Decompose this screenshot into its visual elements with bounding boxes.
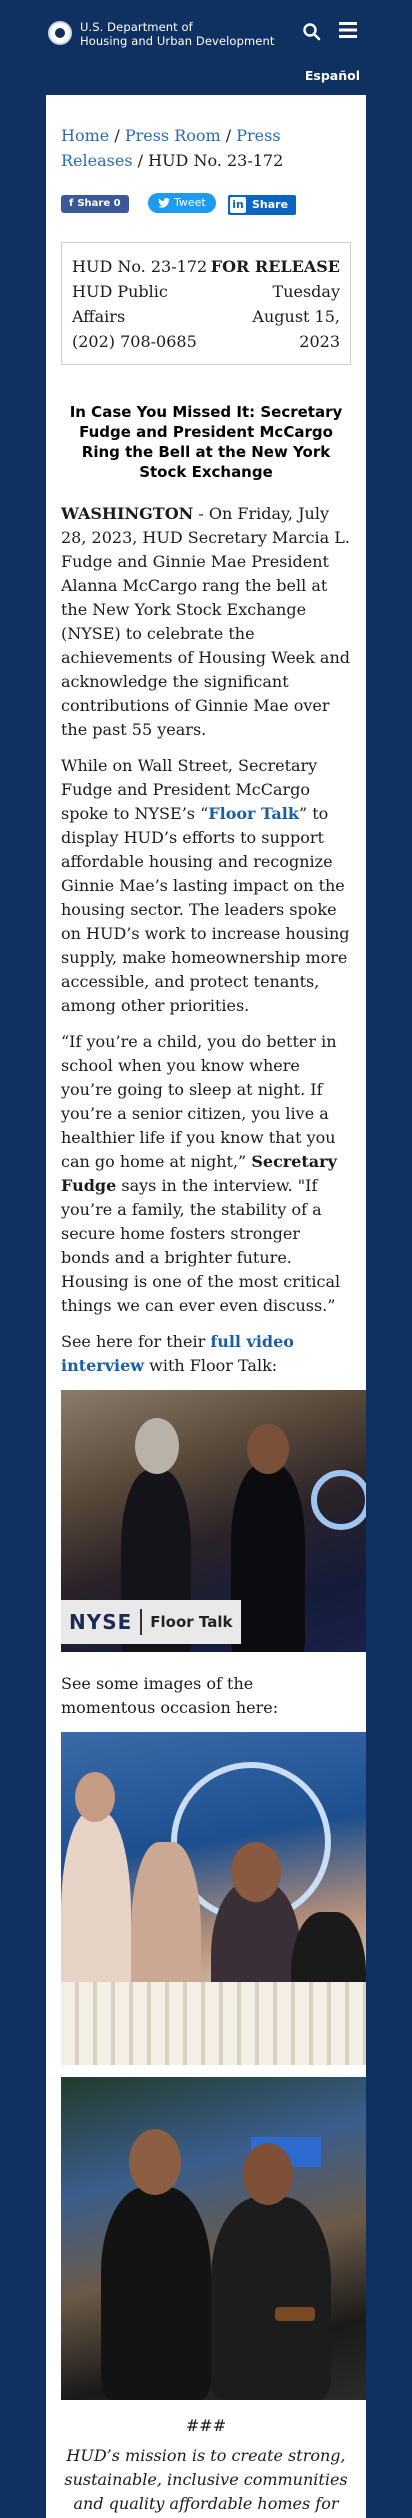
bell-ringing-photo bbox=[61, 1732, 366, 2065]
person-face bbox=[135, 1418, 179, 1474]
linkedin-icon: in bbox=[230, 197, 246, 213]
press-release-card: Home / Press Room / Press Releases / HUD… bbox=[46, 95, 366, 2518]
breadcrumb-separator: / bbox=[114, 126, 125, 145]
article-paragraph-1: WASHINGTON - On Friday, July 28, 2023, H… bbox=[61, 502, 351, 742]
article-paragraph-5: See some images of the momentous occasio… bbox=[61, 1674, 279, 1717]
paragraph-4-end: with Floor Talk: bbox=[144, 1356, 278, 1375]
person-figure bbox=[101, 2187, 211, 2400]
breadcrumb-press-room[interactable]: Press Room bbox=[125, 126, 221, 145]
social-share-bar: f Share 0 Tweet in Share bbox=[61, 193, 351, 215]
article-headline: In Case You Missed It: Secretary Fudge a… bbox=[69, 403, 343, 481]
breadcrumb-separator: / bbox=[225, 126, 237, 145]
release-info-box: HUD No. 23-172 HUD Public Affairs (202) … bbox=[61, 242, 351, 365]
breadcrumb-current: HUD No. 23-172 bbox=[148, 151, 284, 170]
video-interview-thumbnail[interactable]: NYSE Floor Talk bbox=[61, 1390, 366, 1652]
agency-name[interactable]: U.S. Department of Housing and Urban Dev… bbox=[80, 20, 274, 48]
twitter-bird-icon bbox=[158, 198, 170, 208]
twitter-tweet-label: Tweet bbox=[174, 196, 206, 209]
release-date: August 15, bbox=[252, 307, 340, 326]
person-figure bbox=[231, 1464, 305, 1652]
quote-end: says in the interview. "If you’re a fami… bbox=[61, 1176, 341, 1315]
floor-talk-link[interactable]: Floor Talk bbox=[208, 804, 299, 823]
twitter-tweet-button[interactable]: Tweet bbox=[148, 193, 216, 213]
paragraph-4-start: See here for their bbox=[61, 1332, 211, 1351]
release-day: Tuesday bbox=[272, 282, 340, 301]
breadcrumb-home[interactable]: Home bbox=[61, 126, 109, 145]
agency-name-line1: U.S. Department of bbox=[80, 20, 193, 34]
hud-mission-statement: HUD’s mission is to create strong, susta… bbox=[64, 2446, 348, 2513]
paragraph-2-end: ” to display HUD’s efforts to support af… bbox=[61, 804, 350, 1015]
linkedin-share-label: Share bbox=[252, 198, 289, 211]
person-figure bbox=[211, 2197, 331, 2400]
release-phone: (202) 708-0685 bbox=[72, 332, 197, 351]
release-office-line2: Affairs bbox=[72, 307, 126, 326]
floor-talk-overlay: NYSE Floor Talk bbox=[61, 1600, 241, 1644]
quote-start: “If you’re a child, you do better in sch… bbox=[61, 1032, 337, 1171]
dateline: WASHINGTON bbox=[61, 504, 194, 523]
article-paragraph-2: While on Wall Street, Secretary Fudge an… bbox=[61, 754, 351, 1018]
article-paragraph-3: “If you’re a child, you do better in sch… bbox=[61, 1030, 351, 1318]
language-toggle-link[interactable]: Español bbox=[305, 68, 360, 83]
person-face bbox=[75, 1772, 115, 1822]
balcony-railing bbox=[61, 1982, 366, 2065]
gavel-icon bbox=[275, 2307, 315, 2321]
hud-seal-logo[interactable] bbox=[48, 21, 72, 45]
release-date-block: FOR RELEASE Tuesday August 15, 2023 bbox=[208, 254, 340, 354]
facebook-share-button[interactable]: f Share 0 bbox=[61, 195, 129, 213]
release-office-line1: HUD Public bbox=[72, 282, 168, 301]
article-paragraph-4: See here for their full video interview … bbox=[61, 1330, 351, 1378]
facebook-icon: f bbox=[69, 198, 74, 209]
person-face bbox=[247, 1424, 289, 1474]
release-year: 2023 bbox=[299, 332, 340, 351]
release-contact: HUD No. 23-172 HUD Public Affairs (202) … bbox=[72, 254, 208, 354]
linkedin-share-button[interactable]: in Share bbox=[228, 195, 297, 215]
search-icon[interactable] bbox=[302, 22, 322, 42]
person-face bbox=[243, 2143, 293, 2205]
nyse-logo-text: NYSE bbox=[69, 1610, 133, 1634]
breadcrumb: Home / Press Room / Press Releases / HUD… bbox=[61, 123, 351, 173]
backdrop-logo bbox=[311, 1470, 366, 1530]
agency-name-line2: Housing and Urban Development bbox=[80, 34, 275, 48]
release-number: HUD No. 23-172 bbox=[72, 257, 208, 276]
person-face bbox=[129, 2129, 181, 2195]
floor-talk-logo-text: Floor Talk bbox=[150, 1613, 233, 1631]
paragraph-1-body: - On Friday, July 28, 2023, HUD Secretar… bbox=[61, 504, 351, 739]
person-face bbox=[231, 1842, 281, 1902]
end-of-release-marker: ### bbox=[185, 2416, 227, 2435]
site-header: U.S. Department of Housing and Urban Dev… bbox=[0, 0, 412, 95]
gavel-photo bbox=[61, 2077, 366, 2400]
hamburger-menu-icon[interactable] bbox=[337, 19, 359, 41]
facebook-share-label: Share 0 bbox=[77, 198, 121, 209]
breadcrumb-separator: / bbox=[137, 151, 149, 170]
for-release-label: FOR RELEASE bbox=[210, 257, 340, 276]
